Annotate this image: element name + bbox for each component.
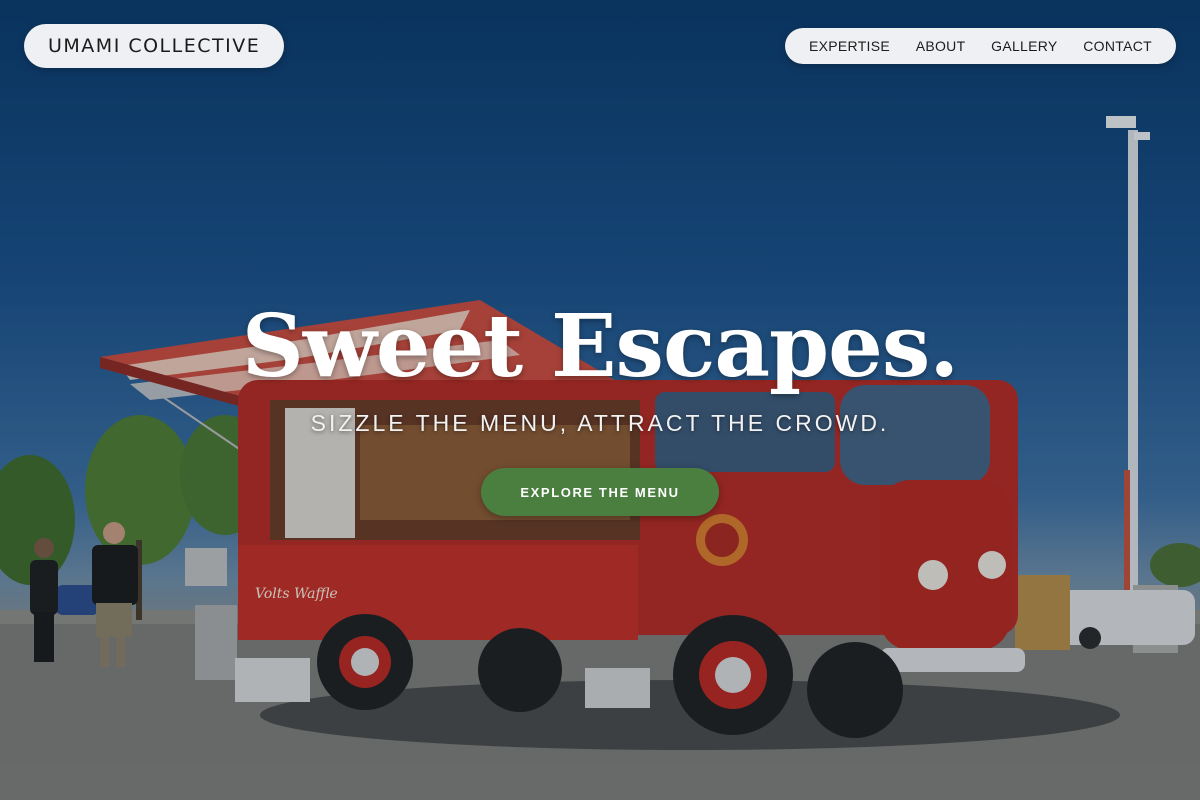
nav-item-about[interactable]: ABOUT bbox=[916, 38, 966, 54]
hero-background: Volts Waffle bbox=[0, 0, 1200, 800]
brand-logo[interactable]: UMAMI COLLECTIVE bbox=[24, 24, 285, 68]
nav-item-expertise[interactable]: EXPERTISE bbox=[809, 38, 890, 54]
explore-menu-button[interactable]: EXPLORE THE MENU bbox=[481, 468, 719, 516]
nav-item-contact[interactable]: CONTACT bbox=[1083, 38, 1152, 54]
brand-name: UMAMI COLLECTIVE bbox=[48, 35, 261, 57]
main-nav: EXPERTISE ABOUT GALLERY CONTACT bbox=[785, 28, 1176, 64]
hero-headline: Sweet Escapes. bbox=[241, 296, 960, 397]
hero-overlay bbox=[0, 0, 1200, 800]
hero-tagline: SIZZLE THE MENU, ATTRACT THE CROWD. bbox=[310, 410, 890, 436]
nav-item-gallery[interactable]: GALLERY bbox=[991, 38, 1057, 54]
